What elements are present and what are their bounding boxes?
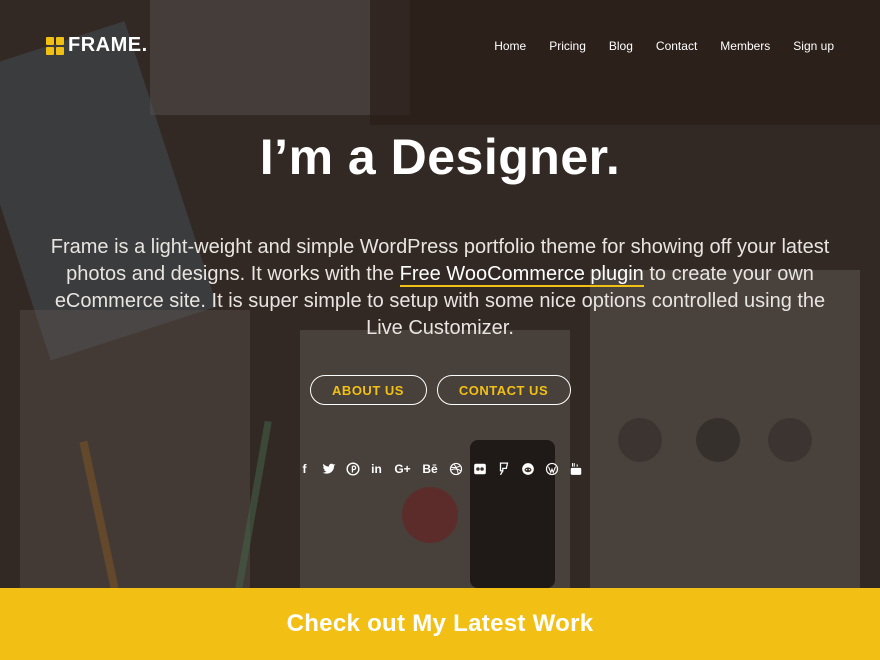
hero-description: Frame is a light-weight and simple WordP…	[50, 234, 830, 342]
hero-buttons: ABOUT US CONTACT US	[0, 375, 880, 405]
wordpress-icon[interactable]	[544, 461, 559, 476]
nav-item-signup[interactable]: Sign up	[793, 39, 834, 53]
latest-work-band: Check out My Latest Work	[0, 588, 880, 660]
woocommerce-plugin-link[interactable]: Free WooCommerce plugin	[399, 263, 644, 287]
dribbble-icon[interactable]	[448, 461, 463, 476]
google-plus-icon[interactable]: G+	[393, 461, 412, 476]
nav-item-contact[interactable]: Contact	[656, 39, 697, 53]
site-header: FRAME. Home Pricing Blog Contact Members…	[0, 0, 880, 90]
linkedin-icon[interactable]: in	[369, 461, 384, 476]
contact-us-button[interactable]: CONTACT US	[436, 375, 571, 405]
twitter-icon[interactable]	[321, 461, 336, 476]
nav-item-home[interactable]: Home	[494, 39, 526, 53]
social-links: f in G+ Bē	[0, 461, 880, 476]
logo-grid-icon	[46, 36, 64, 55]
hero-headline: I’m a Designer.	[259, 129, 621, 185]
pinterest-icon[interactable]	[345, 461, 360, 476]
youtube-icon[interactable]	[568, 461, 583, 476]
behance-icon[interactable]: Bē	[421, 461, 439, 476]
facebook-icon[interactable]: f	[297, 461, 312, 476]
nav-item-members[interactable]: Members	[720, 39, 770, 53]
main-nav: Home Pricing Blog Contact Members Sign u…	[494, 39, 834, 53]
hero-section: FRAME. Home Pricing Blog Contact Members…	[0, 0, 880, 588]
reddit-icon[interactable]	[520, 461, 535, 476]
nav-item-blog[interactable]: Blog	[609, 39, 633, 53]
latest-work-heading: Check out My Latest Work	[286, 610, 594, 637]
flickr-icon[interactable]	[472, 461, 487, 476]
foursquare-icon[interactable]	[496, 461, 511, 476]
nav-item-pricing[interactable]: Pricing	[549, 39, 586, 53]
logo-text: FRAME.	[68, 34, 148, 56]
about-us-button[interactable]: ABOUT US	[309, 375, 427, 405]
site-logo[interactable]: FRAME.	[46, 34, 148, 57]
